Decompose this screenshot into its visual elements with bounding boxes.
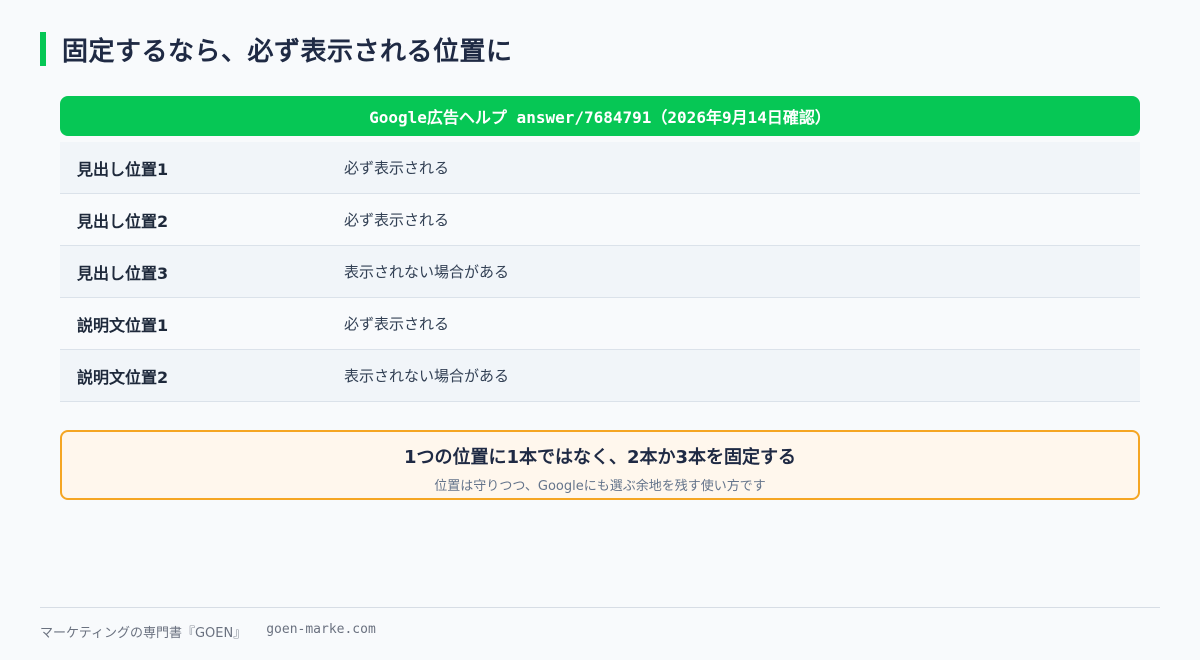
callout-box: 1つの位置に1本ではなく、2本か3本を固定する 位置は守りつつ、Googleにも… [60,430,1140,500]
table-row: 見出し位置2 必ず表示される [60,194,1140,246]
row-value: 必ず表示される [344,211,450,229]
footer: マーケティングの専門書『GOEN』 goen-marke.com [40,622,376,641]
row-label: 見出し位置3 [77,263,169,283]
row-label: 説明文位置1 [77,315,169,335]
callout-title: 1つの位置に1本ではなく、2本か3本を固定する [403,447,797,468]
row-label: 見出し位置2 [77,211,169,231]
row-value: 必ず表示される [344,315,450,333]
table-header: Google広告ヘルプ answer/7684791（2026年9月14日確認） [60,96,1140,136]
table-row: 説明文位置1 必ず表示される [60,298,1140,350]
row-label: 見出し位置1 [77,159,169,179]
footer-brand: マーケティングの専門書『GOEN』 [40,626,247,641]
callout-subtitle: 位置は守りつつ、Googleにも選ぶ余地を残す使い方です [434,479,766,494]
row-value: 必ず表示される [344,159,450,177]
table-row: 説明文位置2 表示されない場合がある [60,350,1140,402]
row-value: 表示されない場合がある [344,367,510,385]
table-row: 見出し位置1 必ず表示される [60,142,1140,194]
row-label: 説明文位置2 [77,367,169,387]
table-row: 見出し位置3 表示されない場合がある [60,246,1140,298]
page-title-bar: 固定するなら、必ず表示される位置に [40,32,513,67]
row-value: 表示されない場合がある [344,263,510,281]
footer-divider [40,607,1160,608]
position-table: Google広告ヘルプ answer/7684791（2026年9月14日確認）… [60,96,1140,402]
title-accent-bar [40,32,46,66]
footer-site: goen-marke.com [266,622,376,637]
page-title: 固定するなら、必ず表示される位置に [62,36,513,67]
